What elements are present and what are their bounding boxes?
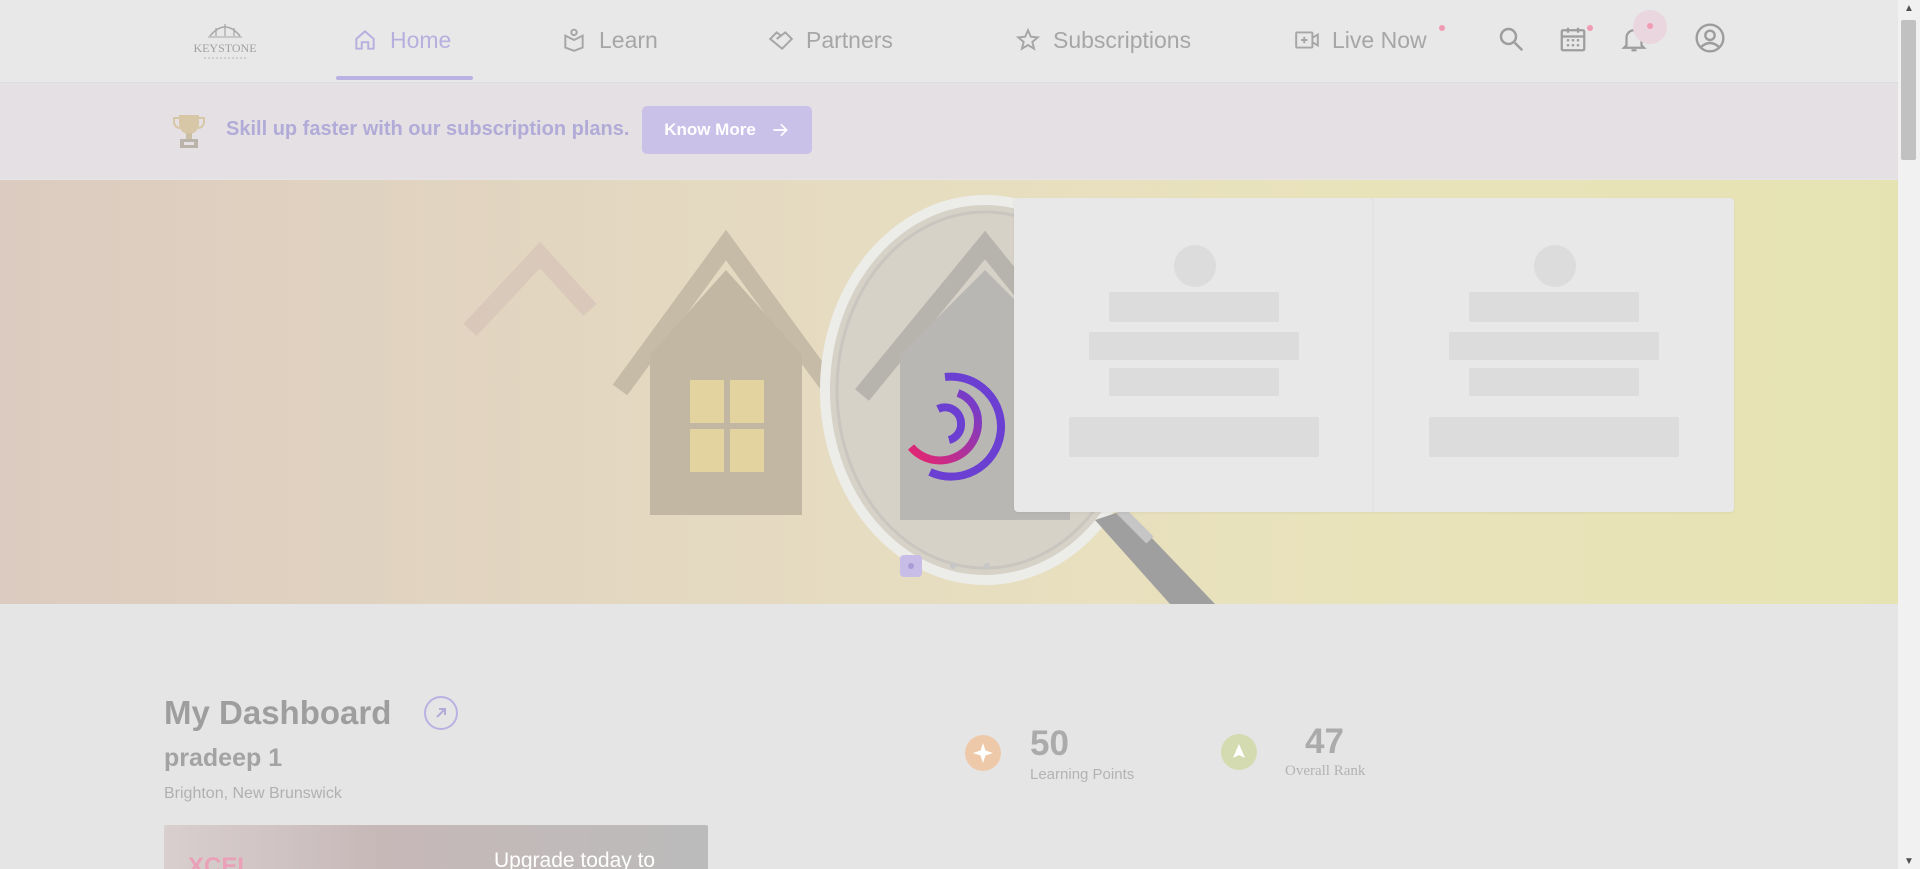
video-plus-icon: [1295, 31, 1319, 49]
skeleton-line: [1449, 332, 1659, 360]
keystone-logo[interactable]: KEYSTONE: [180, 14, 270, 64]
scroll-thumb[interactable]: [1901, 20, 1916, 160]
top-header: KEYSTONE Home Learn Partners Subscriptio…: [0, 0, 1898, 83]
skeleton-avatar: [1534, 245, 1576, 287]
loading-skeleton-card: [1014, 198, 1734, 512]
skeleton-button: [1069, 417, 1319, 457]
scroll-up-arrow-icon[interactable]: ▲: [1898, 0, 1920, 16]
sparkle-icon: [965, 735, 1001, 771]
skeleton-line: [1469, 368, 1639, 396]
promo-text: Skill up faster with our subscription pl…: [226, 118, 630, 140]
account-icon[interactable]: [1694, 22, 1726, 54]
calendar-icon[interactable]: [1558, 24, 1588, 54]
learning-points-value: 50: [1030, 724, 1069, 763]
carousel-dot-1[interactable]: [900, 555, 922, 577]
rank-icon: [1221, 734, 1257, 770]
nav-subscriptions-label: Subscriptions: [1053, 26, 1192, 53]
carousel-dot-3[interactable]: [984, 563, 990, 569]
page: KEYSTONE Home Learn Partners Subscriptio…: [0, 0, 1898, 869]
arrow-right-icon: [773, 123, 788, 137]
page-scrollbar[interactable]: ▲ ▼: [1898, 0, 1920, 869]
star-icon: [1015, 27, 1041, 51]
search-icon[interactable]: [1496, 24, 1526, 54]
overall-rank-label: Overall Rank: [1285, 763, 1366, 779]
nav-learn-label: Learn: [599, 26, 658, 53]
skeleton-button: [1429, 417, 1679, 457]
live-now-dot: [1439, 25, 1445, 31]
home-icon: [355, 30, 375, 50]
nav-live-now-label: Live Now: [1332, 26, 1427, 53]
nav-partners[interactable]: Partners: [768, 22, 893, 58]
user-location: Brighton, New Brunswick: [164, 785, 342, 802]
skeleton-divider: [1372, 198, 1374, 512]
skeleton-line: [1469, 292, 1639, 322]
nav-partners-label: Partners: [806, 26, 893, 53]
user-name: pradeep 1: [164, 744, 283, 772]
upgrade-text: Upgrade today to: [494, 849, 656, 869]
active-nav-indicator: [336, 76, 473, 80]
know-more-button[interactable]: Know More: [642, 106, 812, 154]
nav-home-label: Home: [390, 26, 452, 53]
skeleton-line: [1109, 292, 1279, 322]
upgrade-brand: XCEL: [188, 853, 253, 869]
carousel-indicators: [900, 555, 990, 577]
nav-live-now[interactable]: Live Now: [1294, 22, 1427, 58]
dashboard-link-button[interactable]: [424, 696, 458, 730]
bell-dot: [1647, 23, 1653, 29]
calendar-dot: [1587, 25, 1593, 31]
scroll-down-arrow-icon[interactable]: ▼: [1898, 853, 1920, 869]
svg-text:KEYSTONE: KEYSTONE: [193, 41, 256, 55]
trophy-icon: [173, 115, 205, 148]
nav-home[interactable]: Home: [352, 22, 451, 58]
loading-spinner-icon: [907, 372, 1005, 481]
carousel-dot-2[interactable]: [950, 563, 956, 569]
dashboard-title: My Dashboard: [164, 694, 392, 731]
book-icon: [564, 28, 584, 52]
handshake-icon: [768, 31, 794, 50]
know-more-label: Know More: [664, 120, 756, 139]
skeleton-line: [1109, 368, 1279, 396]
nav-learn[interactable]: Learn: [561, 22, 658, 58]
skeleton-line: [1089, 332, 1299, 360]
skeleton-avatar: [1174, 245, 1216, 287]
learning-points-label: Learning Points: [1030, 766, 1135, 783]
upgrade-banner[interactable]: XCEL Upgrade today to: [164, 825, 708, 869]
nav-subscriptions[interactable]: Subscriptions: [1015, 22, 1191, 58]
overall-rank-value: 47: [1305, 722, 1344, 761]
arrow-up-right-icon: [436, 708, 446, 718]
